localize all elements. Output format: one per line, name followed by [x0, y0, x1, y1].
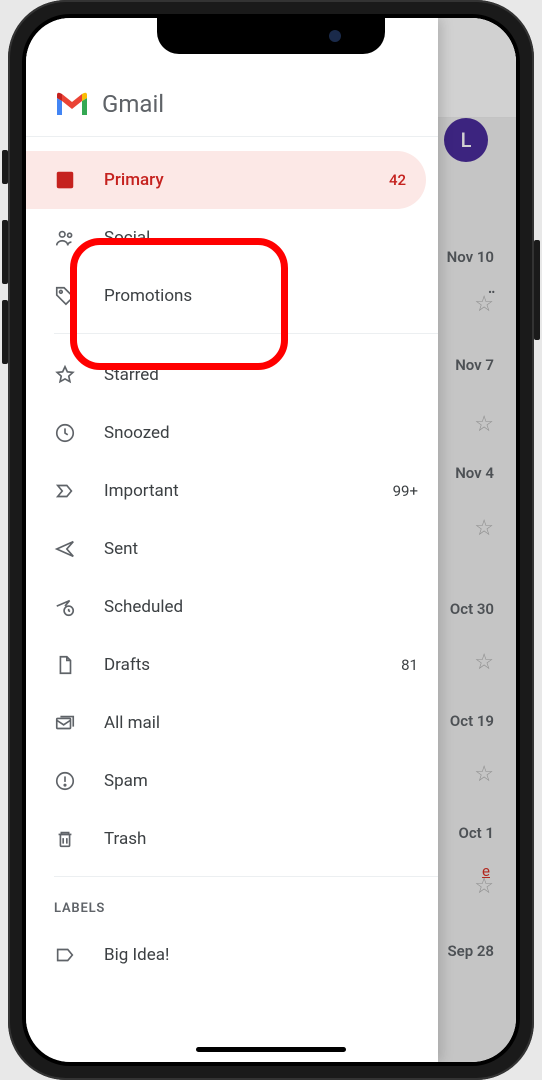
nav-label: Important	[104, 481, 365, 501]
nav-section-labels: Big Idea!	[26, 926, 438, 984]
nav-item-trash[interactable]: Trash	[26, 810, 438, 868]
nav-section-folders: Starred Snoozed Important 99+	[26, 342, 438, 868]
phone-frame: L Nov 10 .. ☆ Nov 7 ☆ Nov 4 ☆ Oct 30 ☆	[8, 0, 534, 1080]
stacked-mail-icon	[54, 712, 76, 734]
nav-label: Spam	[104, 771, 418, 791]
nav-item-drafts[interactable]: Drafts 81	[26, 636, 438, 694]
draft-icon	[54, 654, 76, 676]
gmail-logo-icon	[54, 90, 90, 118]
nav-item-scheduled[interactable]: Scheduled	[26, 578, 438, 636]
nav-label: Snoozed	[104, 423, 418, 443]
nav-item-starred[interactable]: Starred	[26, 346, 438, 404]
nav-label: Big Idea!	[104, 945, 418, 965]
nav-item-all-mail[interactable]: All mail	[26, 694, 438, 752]
labels-heading: LABELS	[26, 885, 438, 926]
nav-label: Scheduled	[104, 597, 418, 617]
navigation-drawer: Gmail Primary 42 Social	[26, 18, 438, 1062]
nav-item-important[interactable]: Important 99+	[26, 462, 438, 520]
important-icon	[54, 480, 76, 502]
divider	[54, 876, 438, 877]
notch	[157, 18, 385, 54]
nav-label: Social	[104, 228, 418, 248]
drawer-title: Gmail	[102, 90, 164, 118]
nav-count: 99+	[393, 482, 418, 500]
star-icon	[54, 364, 76, 386]
scheduled-send-icon	[54, 596, 76, 618]
inbox-icon	[54, 169, 76, 191]
nav-item-promotions[interactable]: Promotions	[26, 267, 438, 325]
nav-label: All mail	[104, 713, 418, 733]
nav-item-primary[interactable]: Primary 42	[26, 151, 426, 209]
label-icon	[54, 944, 76, 966]
nav-label: Promotions	[104, 286, 418, 306]
divider	[54, 333, 438, 334]
nav-label: Drafts	[104, 655, 373, 675]
nav-label: Primary	[104, 170, 361, 190]
nav-item-spam[interactable]: Spam	[26, 752, 438, 810]
tag-icon	[54, 285, 76, 307]
nav-item-snoozed[interactable]: Snoozed	[26, 404, 438, 462]
nav-item-label-bigidea[interactable]: Big Idea!	[26, 926, 438, 984]
trash-icon	[54, 828, 76, 850]
nav-count: 81	[401, 656, 418, 674]
nav-item-sent[interactable]: Sent	[26, 520, 438, 578]
send-icon	[54, 538, 76, 560]
screen: L Nov 10 .. ☆ Nov 7 ☆ Nov 4 ☆ Oct 30 ☆	[26, 18, 516, 1062]
nav-label: Starred	[104, 365, 418, 385]
nav-count: 42	[389, 171, 406, 189]
home-indicator[interactable]	[196, 1047, 346, 1052]
nav-item-social[interactable]: Social	[26, 209, 438, 267]
people-icon	[54, 227, 76, 249]
clock-icon	[54, 422, 76, 444]
nav-section-categories: Primary 42 Social Promotions	[26, 137, 438, 325]
nav-label: Trash	[104, 829, 418, 849]
nav-label: Sent	[104, 539, 418, 559]
spam-icon	[54, 770, 76, 792]
